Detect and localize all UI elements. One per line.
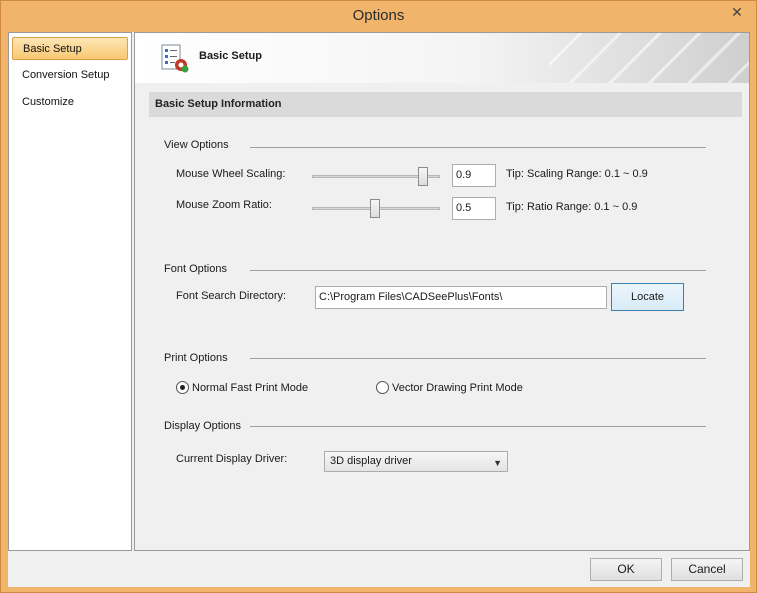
radio-selected-icon <box>176 381 189 394</box>
window-title: Options <box>352 7 405 24</box>
banner-decoration <box>549 33 749 83</box>
sidebar-item-label: Basic Setup <box>23 43 82 55</box>
page-title: Basic Setup <box>199 50 262 62</box>
mouse-zoom-ratio-tip: Tip: Ratio Range: 0.1 ~ 0.9 <box>506 201 638 213</box>
normal-fast-print-radio[interactable]: Normal Fast Print Mode <box>176 381 308 394</box>
display-driver-value: 3D display driver <box>330 455 412 467</box>
current-display-driver-label: Current Display Driver: <box>176 453 288 465</box>
title-bar[interactable]: Options ✕ <box>1 1 756 32</box>
radio-label: Vector Drawing Print Mode <box>392 381 523 394</box>
display-options-divider <box>250 426 706 427</box>
main-panel: Basic Setup Basic Setup Information View… <box>134 32 750 551</box>
radio-label: Normal Fast Print Mode <box>192 381 309 394</box>
mouse-zoom-ratio-slider[interactable] <box>312 199 440 218</box>
cancel-button[interactable]: Cancel <box>671 558 743 581</box>
vector-drawing-print-radio[interactable]: Vector Drawing Print Mode <box>376 381 523 394</box>
close-icon[interactable]: ✕ <box>722 2 752 22</box>
radio-unselected-icon <box>376 381 389 394</box>
view-options-divider <box>250 147 706 148</box>
sidebar-item-label: Customize <box>22 96 74 108</box>
ok-button[interactable]: OK <box>590 558 662 581</box>
settings-list-icon <box>161 44 189 73</box>
font-options-divider <box>250 270 706 271</box>
font-search-directory-input[interactable]: C:\Program Files\CADSeePlus\Fonts\ <box>315 286 607 309</box>
mouse-zoom-ratio-input[interactable]: 0.5 <box>452 197 496 220</box>
mouse-wheel-scaling-tip: Tip: Scaling Range: 0.1 ~ 0.9 <box>506 168 648 180</box>
sidebar-item-basic-setup[interactable]: Basic Setup <box>12 37 128 60</box>
mouse-zoom-ratio-label: Mouse Zoom Ratio: <box>176 199 272 211</box>
sidebar-item-customize[interactable]: Customize <box>12 91 128 114</box>
section-header: Basic Setup Information <box>149 92 742 117</box>
mouse-wheel-scaling-label: Mouse Wheel Scaling: <box>176 168 286 180</box>
dialog-client: Basic Setup Conversion Setup Customize B… <box>8 32 750 587</box>
display-driver-select[interactable]: 3D display driver ▼ <box>324 451 508 472</box>
mouse-wheel-scaling-slider[interactable] <box>312 167 440 186</box>
slider-thumb[interactable] <box>418 167 428 186</box>
sidebar: Basic Setup Conversion Setup Customize <box>8 32 132 551</box>
slider-thumb[interactable] <box>370 199 380 218</box>
font-search-directory-label: Font Search Directory: <box>176 290 287 302</box>
view-options-label: View Options <box>164 139 229 151</box>
print-options-divider <box>250 358 706 359</box>
sidebar-item-conversion-setup[interactable]: Conversion Setup <box>12 64 128 87</box>
page-banner: Basic Setup <box>135 33 749 83</box>
sidebar-item-label: Conversion Setup <box>22 69 110 81</box>
mouse-wheel-scaling-input[interactable]: 0.9 <box>452 164 496 187</box>
options-window: Options ✕ Basic Setup Conversion Setup C… <box>0 0 757 593</box>
print-options-label: Print Options <box>164 352 228 364</box>
chevron-down-icon: ▼ <box>493 458 502 468</box>
font-options-label: Font Options <box>164 263 227 275</box>
display-options-label: Display Options <box>164 420 242 432</box>
locate-button[interactable]: Locate <box>611 283 684 311</box>
